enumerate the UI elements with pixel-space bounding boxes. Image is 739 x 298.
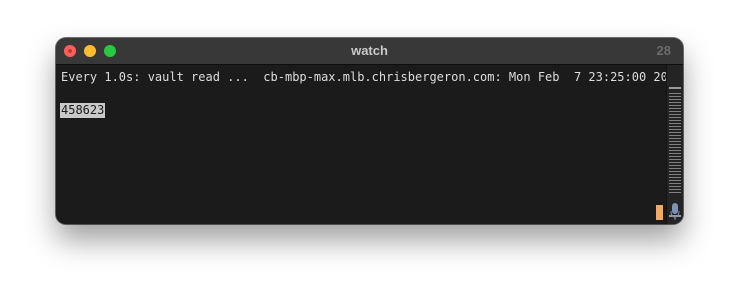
terminal-window: watch 28 Every 1.0s: vault read ... cb-m… [56,38,683,224]
scrollbar[interactable] [666,65,683,224]
terminal-cursor [656,205,663,220]
microphone-icon[interactable] [670,203,680,221]
scroll-thumb[interactable] [669,93,681,193]
watch-header-line: Every 1.0s: vault read ... cb-mbp-max.ml… [61,70,683,84]
tab-number: 28 [656,43,671,58]
terminal-output[interactable]: Every 1.0s: vault read ... cb-mbp-max.ml… [56,65,682,224]
scroll-marker [669,87,681,89]
title-bar[interactable]: watch 28 [56,38,683,65]
window-title: watch [351,43,388,58]
output-value: 458623 [60,103,106,118]
